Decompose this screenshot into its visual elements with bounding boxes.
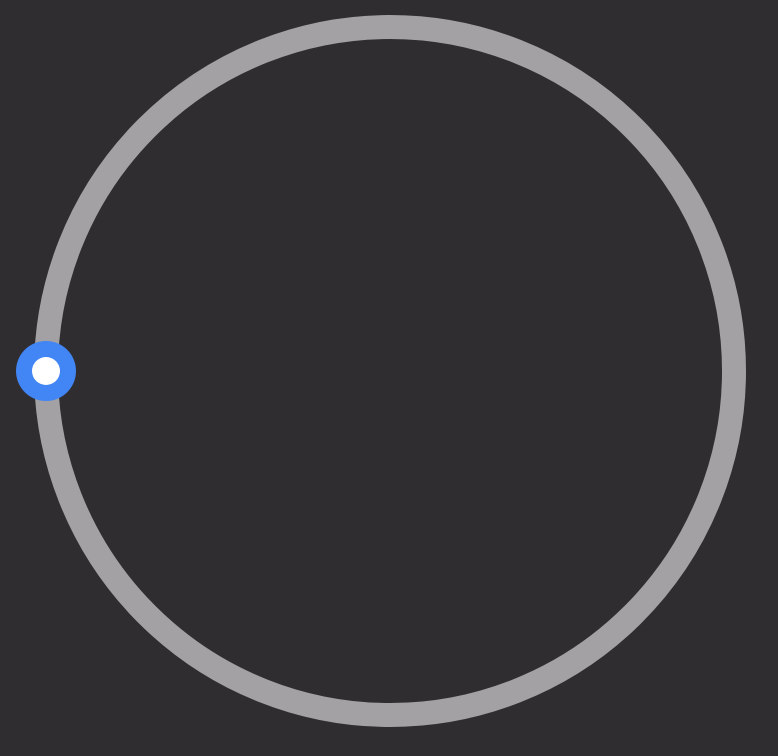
- dial-thumb-handle[interactable]: [16, 341, 76, 401]
- circular-dial-screen: [0, 0, 778, 756]
- thumb-center-dot: [32, 357, 60, 385]
- circular-dial[interactable]: [0, 0, 778, 756]
- dial-track[interactable]: [34, 15, 746, 727]
